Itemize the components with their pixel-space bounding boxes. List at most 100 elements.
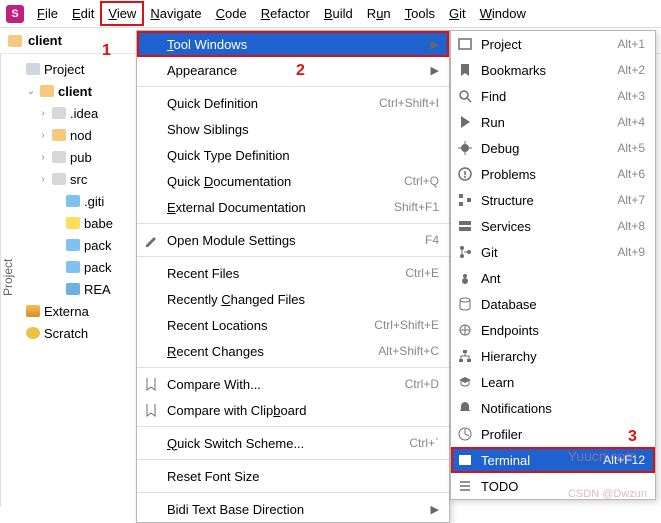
services-icon — [457, 218, 473, 234]
tool-windows-submenu: ProjectAlt+1BookmarksAlt+2FindAlt+3RunAl… — [450, 30, 656, 500]
menu-item-reset-font-size[interactable]: Reset Font Size — [137, 463, 449, 489]
external-libraries[interactable]: Externa — [24, 300, 140, 322]
project-tree: Project ⌄ client ›.idea›nod›pub›src.giti… — [22, 54, 140, 507]
folder-icon — [8, 35, 22, 47]
shortcut: Ctrl+Q — [404, 174, 439, 188]
menu-item-external-documentation[interactable]: External DocumentationShift+F1 — [137, 194, 449, 220]
toolwin-todo[interactable]: TODO — [451, 473, 655, 499]
menu-code[interactable]: Code — [209, 2, 254, 25]
menu-item-tool-windows[interactable]: Tool Windows▶ — [137, 31, 449, 57]
toolwin-learn[interactable]: Learn — [451, 369, 655, 395]
project-icon — [457, 36, 473, 52]
tree-item-label: pack — [84, 260, 111, 275]
shortcut: Shift+F1 — [394, 200, 439, 214]
tree-item[interactable]: ›src — [24, 168, 140, 190]
blank-icon — [143, 36, 159, 52]
scratches[interactable]: Scratch — [24, 322, 140, 344]
toolwin-debug[interactable]: DebugAlt+5 — [451, 135, 655, 161]
toolwin-find[interactable]: FindAlt+3 — [451, 83, 655, 109]
tree-item[interactable]: pack — [24, 234, 140, 256]
menu-refactor[interactable]: Refactor — [254, 2, 317, 25]
menu-item-bidi-text-base-direction[interactable]: Bidi Text Base Direction▶ — [137, 496, 449, 522]
menu-item-compare-with-[interactable]: Compare With...Ctrl+D — [137, 371, 449, 397]
blank-icon — [143, 147, 159, 163]
file-icon — [66, 195, 80, 207]
shortcut: Alt+5 — [617, 141, 645, 155]
toolwin-hierarchy[interactable]: Hierarchy — [451, 343, 655, 369]
menu-item-recent-changes[interactable]: Recent ChangesAlt+Shift+C — [137, 338, 449, 364]
shortcut: Ctrl+Shift+I — [379, 96, 439, 110]
menu-navigate[interactable]: Navigate — [143, 2, 208, 25]
toolwin-bookmarks[interactable]: BookmarksAlt+2 — [451, 57, 655, 83]
menu-item-label: Quick Type Definition — [167, 148, 439, 163]
menu-item-recently-changed-files[interactable]: Recently Changed Files — [137, 286, 449, 312]
app-icon: S — [6, 5, 24, 23]
menu-item-label: Quick Switch Scheme... — [167, 436, 401, 451]
menu-item-label: Tool Windows — [167, 37, 423, 52]
menu-item-label: Ant — [481, 271, 645, 286]
tree-item[interactable]: ›pub — [24, 146, 140, 168]
project-tree-header[interactable]: Project — [24, 58, 140, 80]
endpoints-icon — [457, 322, 473, 338]
toolwin-structure[interactable]: StructureAlt+7 — [451, 187, 655, 213]
tree-root-label: client — [58, 84, 92, 99]
tree-item[interactable]: REA — [24, 278, 140, 300]
pencil-icon — [143, 232, 159, 248]
menu-item-quick-definition[interactable]: Quick DefinitionCtrl+Shift+I — [137, 90, 449, 116]
toolwin-terminal[interactable]: TerminalAlt+F12 — [451, 447, 655, 473]
menu-item-recent-locations[interactable]: Recent LocationsCtrl+Shift+E — [137, 312, 449, 338]
tree-root[interactable]: ⌄ client — [24, 80, 140, 102]
blank-icon — [143, 173, 159, 189]
toolwin-problems[interactable]: ProblemsAlt+6 — [451, 161, 655, 187]
menu-git[interactable]: Git — [442, 2, 473, 25]
file-icon — [66, 239, 80, 251]
menu-item-recent-files[interactable]: Recent FilesCtrl+E — [137, 260, 449, 286]
tree-item[interactable]: babe — [24, 212, 140, 234]
toolwin-run[interactable]: RunAlt+4 — [451, 109, 655, 135]
toolwin-database[interactable]: Database — [451, 291, 655, 317]
debug-icon — [457, 140, 473, 156]
menu-edit[interactable]: Edit — [65, 2, 101, 25]
menu-window[interactable]: Window — [473, 2, 533, 25]
tree-item[interactable]: pack — [24, 256, 140, 278]
menu-item-compare-with-clipboard[interactable]: Compare with Clipboard — [137, 397, 449, 423]
scratch-icon — [26, 327, 40, 339]
project-icon — [26, 63, 40, 75]
menu-item-label: Open Module Settings — [167, 233, 417, 248]
menu-item-quick-type-definition[interactable]: Quick Type Definition — [137, 142, 449, 168]
tree-item[interactable]: ›nod — [24, 124, 140, 146]
menu-build[interactable]: Build — [317, 2, 360, 25]
menu-item-quick-documentation[interactable]: Quick DocumentationCtrl+Q — [137, 168, 449, 194]
menu-item-open-module-settings[interactable]: Open Module SettingsF4 — [137, 227, 449, 253]
menu-file[interactable]: File — [30, 2, 65, 25]
blank-icon — [143, 435, 159, 451]
tree-item-label: pub — [70, 150, 92, 165]
menu-item-label: Compare With... — [167, 377, 397, 392]
toolwin-ant[interactable]: Ant — [451, 265, 655, 291]
menu-item-label: Learn — [481, 375, 645, 390]
toolwin-project[interactable]: ProjectAlt+1 — [451, 31, 655, 57]
menu-view[interactable]: View — [101, 2, 143, 25]
project-tool-tab[interactable]: Project — [0, 54, 22, 507]
menu-item-label: Reset Font Size — [167, 469, 439, 484]
menu-item-show-siblings[interactable]: Show Siblings — [137, 116, 449, 142]
toolwin-git[interactable]: GitAlt+9 — [451, 239, 655, 265]
terminal-icon — [457, 452, 473, 468]
toolwin-endpoints[interactable]: Endpoints — [451, 317, 655, 343]
toolwin-profiler[interactable]: Profiler — [451, 421, 655, 447]
menu-item-label: Project — [481, 37, 609, 52]
menu-tools[interactable]: Tools — [398, 2, 442, 25]
menu-item-appearance[interactable]: Appearance▶ — [137, 57, 449, 83]
menu-item-quick-switch-scheme-[interactable]: Quick Switch Scheme...Ctrl+` — [137, 430, 449, 456]
blank-icon — [143, 62, 159, 78]
menu-item-label: Endpoints — [481, 323, 645, 338]
database-icon — [457, 296, 473, 312]
toolwin-notifications[interactable]: Notifications — [451, 395, 655, 421]
file-icon — [52, 107, 66, 119]
toolwin-services[interactable]: ServicesAlt+8 — [451, 213, 655, 239]
tree-item-label: .idea — [70, 106, 98, 121]
tree-item[interactable]: .giti — [24, 190, 140, 212]
tree-item[interactable]: ›.idea — [24, 102, 140, 124]
diff-icon — [143, 402, 159, 418]
menu-run[interactable]: Run — [360, 2, 398, 25]
